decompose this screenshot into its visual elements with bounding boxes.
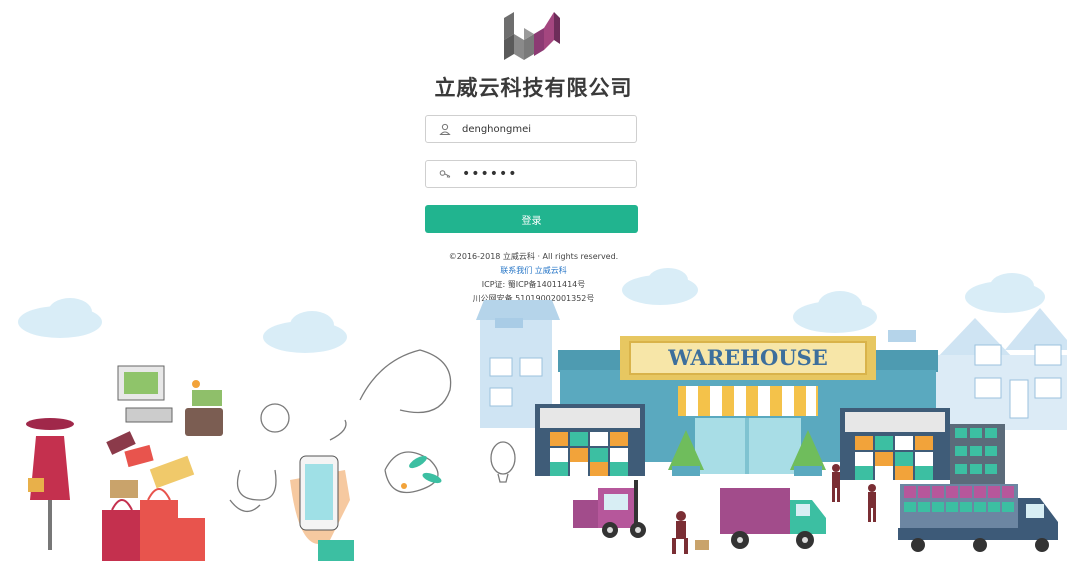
shopping-doodles [26,349,516,561]
cargo-truck [898,484,1058,552]
warehouse-sign-text: WAREHOUSE [667,345,828,370]
login-button[interactable]: 登录 [425,205,638,233]
forklift [573,480,646,538]
username-field[interactable] [425,115,637,143]
user-icon [439,123,451,135]
warehouse-building: WAREHOUSE [535,336,1005,486]
delivery-van [720,488,826,549]
key-icon [439,170,451,179]
password-input[interactable] [462,164,630,184]
password-field[interactable] [425,160,637,188]
username-input[interactable] [462,119,630,139]
company-name: 立威云科技有限公司 [434,76,633,100]
shopping-warehouse-illustration: WAREHOUSE [18,268,1067,561]
lw-logo-icon [504,12,560,60]
